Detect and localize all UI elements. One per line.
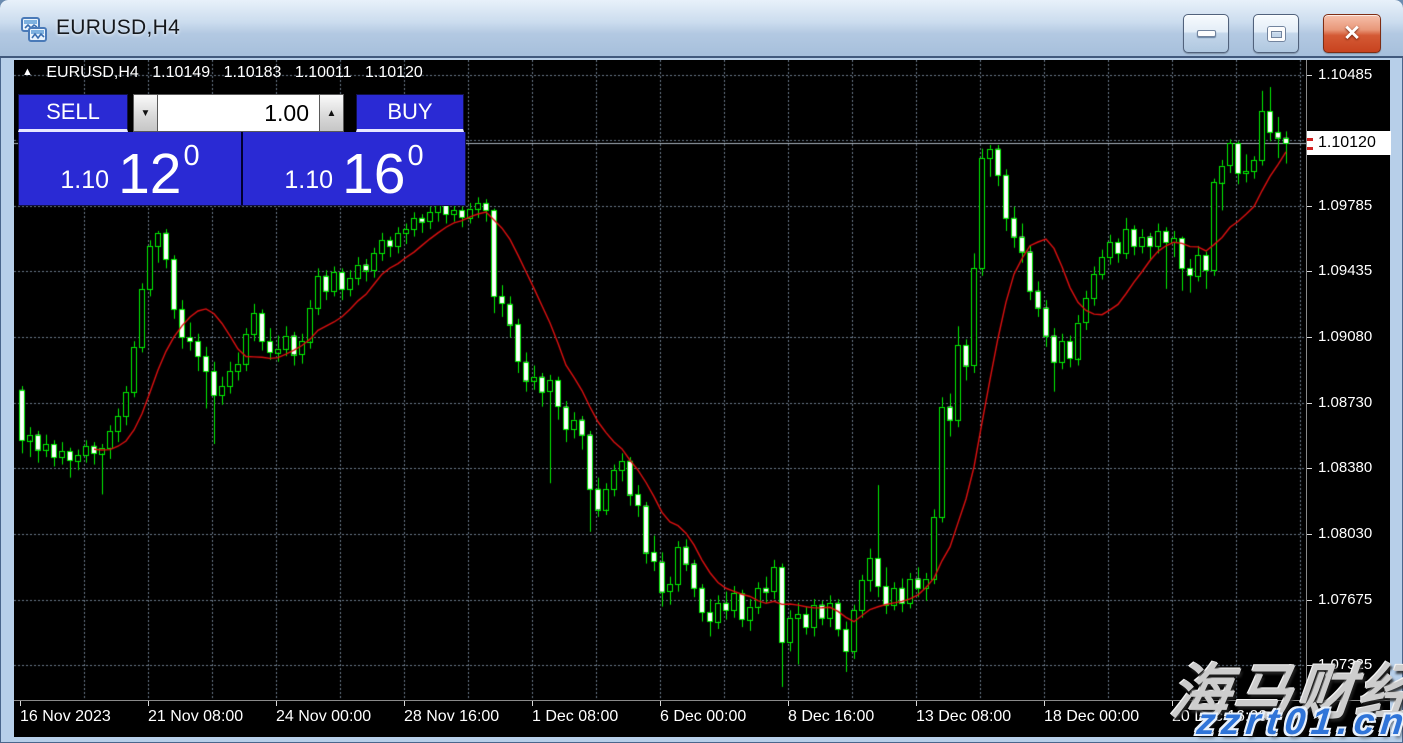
buy-price-point: 0 xyxy=(407,140,423,173)
time-tick xyxy=(148,701,149,706)
price-tick xyxy=(1307,206,1312,207)
sell-price-base: 1.10 xyxy=(60,166,109,195)
time-axis-label: 1 Dec 08:00 xyxy=(532,708,618,726)
price-tick xyxy=(1307,75,1312,76)
ask-tick-mark xyxy=(1307,138,1313,141)
time-tick xyxy=(1044,701,1045,706)
maximize-button[interactable] xyxy=(1253,14,1299,53)
time-axis-label: 28 Nov 16:00 xyxy=(404,708,499,726)
time-axis-label: 6 Dec 00:00 xyxy=(660,708,746,726)
mt4-chart-window: EURUSD,H4 ✕ ▲ EURUSD,H4 1.10149 1.10183 … xyxy=(0,0,1403,743)
price-tick xyxy=(1307,403,1312,404)
chart-window-icon xyxy=(21,17,48,48)
time-tick xyxy=(276,701,277,706)
title-bar[interactable]: EURUSD,H4 ✕ xyxy=(0,0,1403,58)
time-axis-label: 18 Dec 00:00 xyxy=(1044,708,1139,726)
time-tick xyxy=(532,701,533,706)
price-tick xyxy=(1307,600,1312,601)
time-axis-label: 16 Nov 2023 xyxy=(20,708,111,726)
time-axis-label: 24 Nov 00:00 xyxy=(276,708,371,726)
sell-button[interactable]: SELL xyxy=(18,94,128,132)
buy-price-display[interactable]: 1.10 16 0 xyxy=(243,132,465,205)
price-axis-label: 1.08730 xyxy=(1318,394,1372,412)
time-axis-label: 13 Dec 08:00 xyxy=(916,708,1011,726)
watermark-url-text: zzrt01.cn xyxy=(1194,701,1403,743)
price-axis-label: 1.09785 xyxy=(1318,197,1372,215)
price-axis[interactable]: 1.10120 1.10485 1.09785 1.09435 1.09080 1.08… xyxy=(1306,60,1390,700)
price-axis-label: 1.07675 xyxy=(1318,591,1372,609)
buy-price-pips: 16 xyxy=(342,151,405,198)
sell-price-point: 0 xyxy=(183,140,199,173)
time-axis-label: 8 Dec 16:00 xyxy=(788,708,874,726)
maximize-icon xyxy=(1268,27,1285,41)
current-price-badge: 1.10120 xyxy=(1307,131,1391,155)
price-tick xyxy=(1307,468,1312,469)
minimize-icon xyxy=(1197,30,1216,37)
window-title: EURUSD,H4 xyxy=(56,16,180,40)
close-icon: ✕ xyxy=(1343,23,1361,44)
price-tick xyxy=(1307,534,1312,535)
volume-decrease-button[interactable]: ▼ xyxy=(133,94,158,132)
sell-price-pips: 12 xyxy=(118,151,181,198)
price-axis-label: 1.09435 xyxy=(1318,262,1372,280)
bid-tick-mark xyxy=(1307,147,1313,150)
high-value: 1.10183 xyxy=(224,64,282,81)
time-axis-label: 21 Nov 08:00 xyxy=(148,708,243,726)
chart-plot-area: ▲ EURUSD,H4 1.10149 1.10183 1.10011 1.10… xyxy=(14,60,1306,700)
time-tick xyxy=(404,701,405,706)
buy-button[interactable]: BUY xyxy=(356,94,464,132)
sell-price-display[interactable]: 1.10 12 0 xyxy=(19,132,243,205)
price-tick xyxy=(1307,337,1312,338)
buy-price-base: 1.10 xyxy=(284,166,333,195)
chart-symbol-label: EURUSD,H4 xyxy=(46,64,138,81)
low-value: 1.10011 xyxy=(295,64,352,81)
collapse-panel-icon[interactable]: ▲ xyxy=(22,66,33,78)
ohlc-header: ▲ EURUSD,H4 1.10149 1.10183 1.10011 1.10… xyxy=(22,64,432,82)
time-tick xyxy=(788,701,789,706)
open-value: 1.10149 xyxy=(152,64,210,81)
volume-increase-button[interactable]: ▲ xyxy=(319,94,344,132)
time-tick xyxy=(916,701,917,706)
price-axis-label: 1.08030 xyxy=(1318,525,1372,543)
price-axis-label: 1.08380 xyxy=(1318,459,1372,477)
price-tick xyxy=(1307,271,1312,272)
price-axis-label: 1.10485 xyxy=(1318,66,1372,84)
time-tick xyxy=(660,701,661,706)
minimize-button[interactable] xyxy=(1183,14,1229,53)
close-button[interactable]: ✕ xyxy=(1323,14,1381,53)
close-value: 1.10120 xyxy=(365,64,423,81)
price-axis-label: 1.09080 xyxy=(1318,328,1372,346)
time-tick xyxy=(20,701,21,706)
volume-input[interactable]: 1.00 xyxy=(158,94,319,132)
one-click-trading-panel: SELL ▼ 1.00 ▲ BUY 1.10 12 0 1.10 16 0 xyxy=(18,94,466,208)
